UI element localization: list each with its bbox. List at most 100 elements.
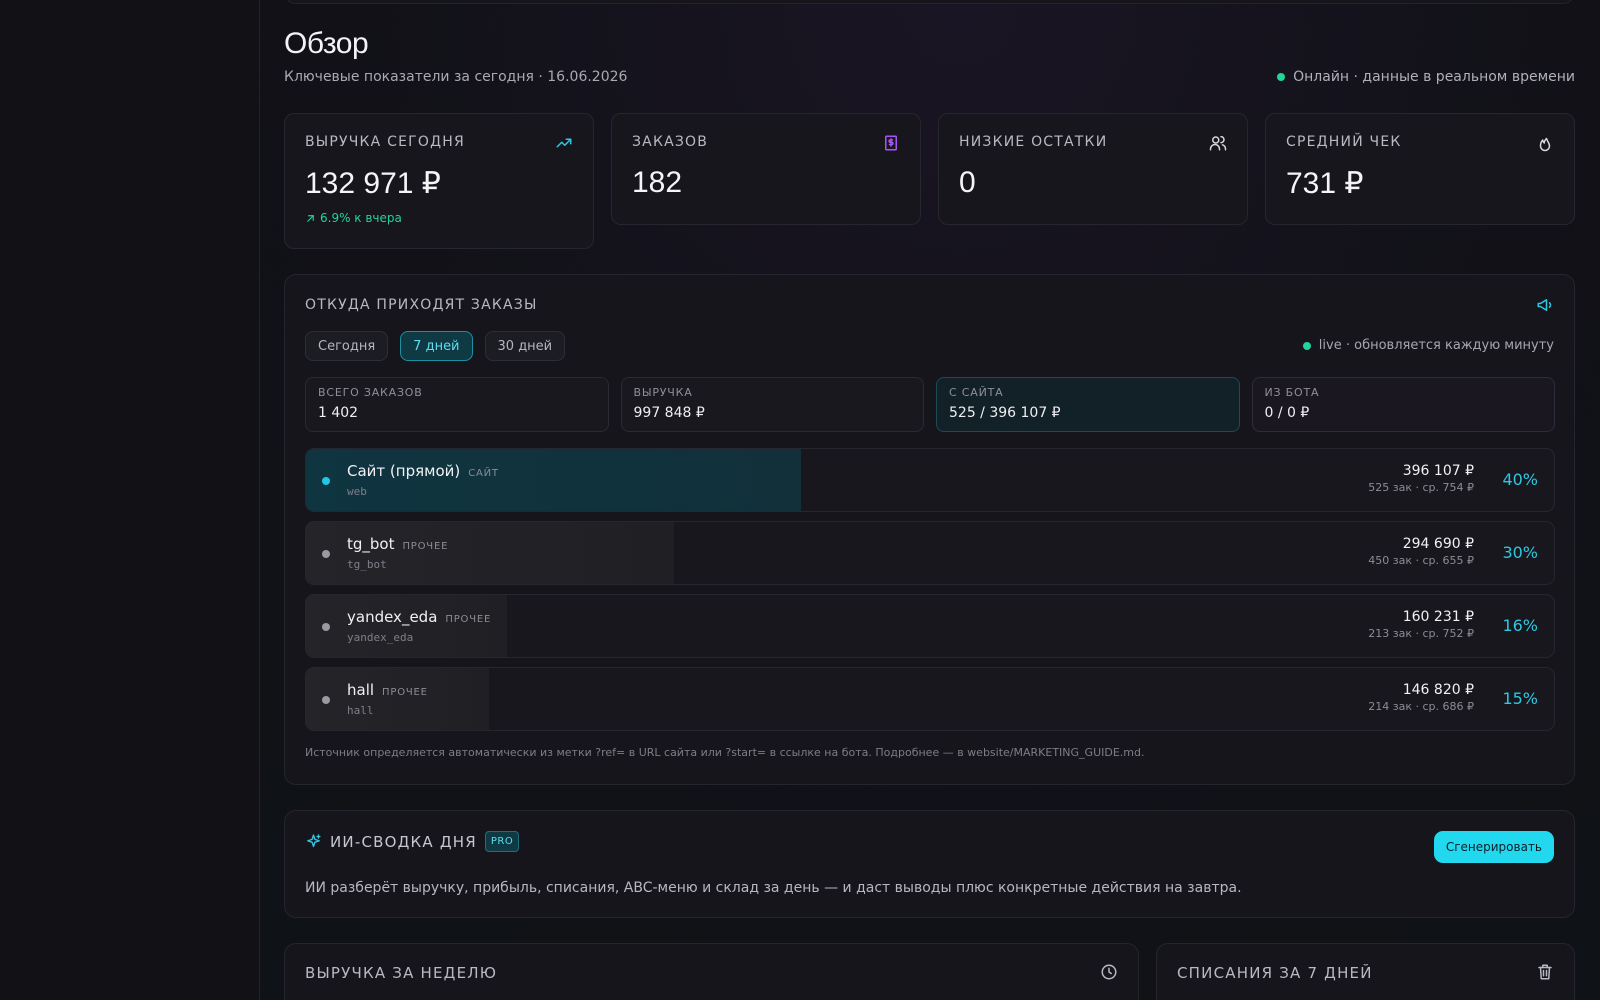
ai-summary-header: ИИ-СВОДКА ДНЯ PRO [305,831,520,852]
trash-icon [1538,964,1552,980]
kpi-orders: ЗАКАЗОВ 182 [611,113,921,225]
generate-button[interactable]: Сгенерировать [1433,831,1554,863]
stat-value: 997 848 ₽ [633,405,705,421]
live-dot [1302,341,1311,350]
kpi-delta-label: 6.9% к вчера [320,211,402,225]
source-row[interactable]: Сайт (прямой) САЙТ web 396 107 ₽ 525 зак… [305,448,1555,512]
arrow-up-right-icon [307,214,314,222]
kpi-value: 731 ₽ [1286,167,1364,200]
source-name: tg_bot [347,535,395,553]
source-dot [322,623,330,631]
writeoffs-card: СПИСАНИЯ ЗА 7 ДНЕЙ [1156,943,1575,1000]
source-row[interactable]: yandex_eda ПРОЧЕЕ yandex_eda 160 231 ₽ 2… [305,594,1555,658]
users-icon [1209,135,1227,151]
kpi-value: 182 [632,166,683,199]
source-share-bar [306,668,490,730]
writeoffs-title: СПИСАНИЯ ЗА 7 ДНЕЙ [1177,964,1373,982]
stat-from-site: С САЙТА 525 / 396 107 ₽ [936,377,1240,432]
source-share-bar [306,449,802,511]
sparkles-icon [307,834,321,848]
online-status-label: Онлайн · данные в реальном времени [1293,69,1575,85]
kpi-row: ВЫРУЧКА СЕГОДНЯ 132 971 ₽ 6.9% к вчера З… [284,113,1575,249]
page-title: Обзор [284,27,369,60]
source-percent: 16% [1502,616,1538,635]
source-dot [322,550,330,558]
source-tag: САЙТ [468,468,499,479]
stat-label: ИЗ БОТА [1264,386,1320,399]
source-dot [322,696,330,704]
source-row[interactable]: tg_bot ПРОЧЕЕ tg_bot 294 690 ₽ 450 зак ·… [305,521,1555,585]
source-amount: 396 107 ₽ [1402,463,1474,479]
source-share-bar [306,595,507,657]
kpi-revenue-today: ВЫРУЧКА СЕГОДНЯ 132 971 ₽ 6.9% к вчера [284,113,594,249]
pro-badge: PRO [484,831,520,852]
source-percent: 40% [1502,470,1538,489]
source-figures: 160 231 ₽ 213 зак · ср. 752 ₽ [1368,609,1474,640]
tab-7-days[interactable]: 7 дней [400,331,473,361]
kpi-label: ЗАКАЗОВ [632,134,709,150]
source-stats: ВСЕГО ЗАКАЗОВ 1 402 ВЫРУЧКА 997 848 ₽ С … [305,377,1555,432]
top-bar [284,0,1575,4]
source-name-group: yandex_eda ПРОЧЕЕ [347,608,491,626]
source-name: Сайт (прямой) [347,462,461,480]
stat-total-orders: ВСЕГО ЗАКАЗОВ 1 402 [305,377,609,432]
live-status-label: live · обновляется каждую минуту [1318,338,1554,353]
main-content: Обзор Ключевые показатели за сегодня · 1… [284,0,1575,1000]
source-list: Сайт (прямой) САЙТ web 396 107 ₽ 525 зак… [305,448,1555,740]
week-revenue-card: ВЫРУЧКА ЗА НЕДЕЛЮ [284,943,1139,1000]
stat-from-bot: ИЗ БОТА 0 / 0 ₽ [1251,377,1555,432]
kpi-label: НИЗКИЕ ОСТАТКИ [959,134,1108,150]
stat-label: ВЫРУЧКА [633,386,693,399]
source-share-bar [306,522,675,584]
stat-label: ВСЕГО ЗАКАЗОВ [318,386,423,399]
source-percent: 15% [1502,689,1538,708]
ai-summary-card: ИИ-СВОДКА ДНЯ PRO Сгенерировать ИИ разбе… [284,810,1575,918]
online-status: Онлайн · данные в реальном времени [1277,69,1575,85]
source-amount: 146 820 ₽ [1402,682,1474,698]
source-figures: 396 107 ₽ 525 зак · ср. 754 ₽ [1368,463,1474,494]
source-name-group: Сайт (прямой) САЙТ [347,462,499,480]
source-tag: ПРОЧЕЕ [382,687,428,698]
ai-summary-text: ИИ разберёт выручку, прибыль, списания, … [305,880,1242,896]
source-meta: 213 зак · ср. 752 ₽ [1368,627,1474,640]
source-code: yandex_eda [347,631,414,644]
flame-icon [1539,137,1551,152]
source-code: hall [347,704,374,717]
source-code: web [347,485,367,498]
page-subtitle: Ключевые показатели за сегодня · 16.06.2… [284,69,628,85]
status-dot [1277,73,1286,81]
kpi-low-stock: НИЗКИЕ ОСТАТКИ 0 [938,113,1248,225]
sidebar [0,0,260,1000]
clock-icon [1101,964,1117,980]
kpi-label: СРЕДНИЙ ЧЕК [1286,134,1402,150]
source-meta: 450 зак · ср. 655 ₽ [1368,554,1474,567]
source-figures: 146 820 ₽ 214 зак · ср. 686 ₽ [1368,682,1474,713]
live-status: live · обновляется каждую минуту [1302,338,1554,353]
source-amount: 160 231 ₽ [1402,609,1474,625]
megaphone-icon [1537,299,1552,311]
trending-up-icon [556,138,572,148]
source-name: yandex_eda [347,608,438,626]
source-name-group: tg_bot ПРОЧЕЕ [347,535,448,553]
stat-value: 1 402 [318,405,359,421]
source-tag: ПРОЧЕЕ [445,614,492,625]
source-code: tg_bot [347,558,387,571]
source-amount: 294 690 ₽ [1402,536,1474,552]
source-dot [322,477,330,485]
period-tabs: Сегодня 7 дней 30 дней [305,331,566,361]
tab-30-days[interactable]: 30 дней [484,331,566,361]
tab-today[interactable]: Сегодня [305,331,389,361]
order-sources-title: ОТКУДА ПРИХОДЯТ ЗАКАЗЫ [305,297,538,313]
kpi-label: ВЫРУЧКА СЕГОДНЯ [305,134,465,150]
source-name-group: hall ПРОЧЕЕ [347,681,428,699]
source-tag: ПРОЧЕЕ [402,541,449,552]
source-percent: 30% [1502,543,1538,562]
kpi-average-check: СРЕДНИЙ ЧЕК 731 ₽ [1265,113,1575,225]
source-figures: 294 690 ₽ 450 зак · ср. 655 ₽ [1368,536,1474,567]
source-name: hall [347,681,375,699]
kpi-value: 0 [959,166,976,199]
source-row[interactable]: hall ПРОЧЕЕ hall 146 820 ₽ 214 зак · ср.… [305,667,1555,731]
sources-note: Источник определяется автоматически из м… [305,746,1145,759]
stat-value: 525 / 396 107 ₽ [949,405,1061,421]
week-revenue-title: ВЫРУЧКА ЗА НЕДЕЛЮ [305,964,498,982]
